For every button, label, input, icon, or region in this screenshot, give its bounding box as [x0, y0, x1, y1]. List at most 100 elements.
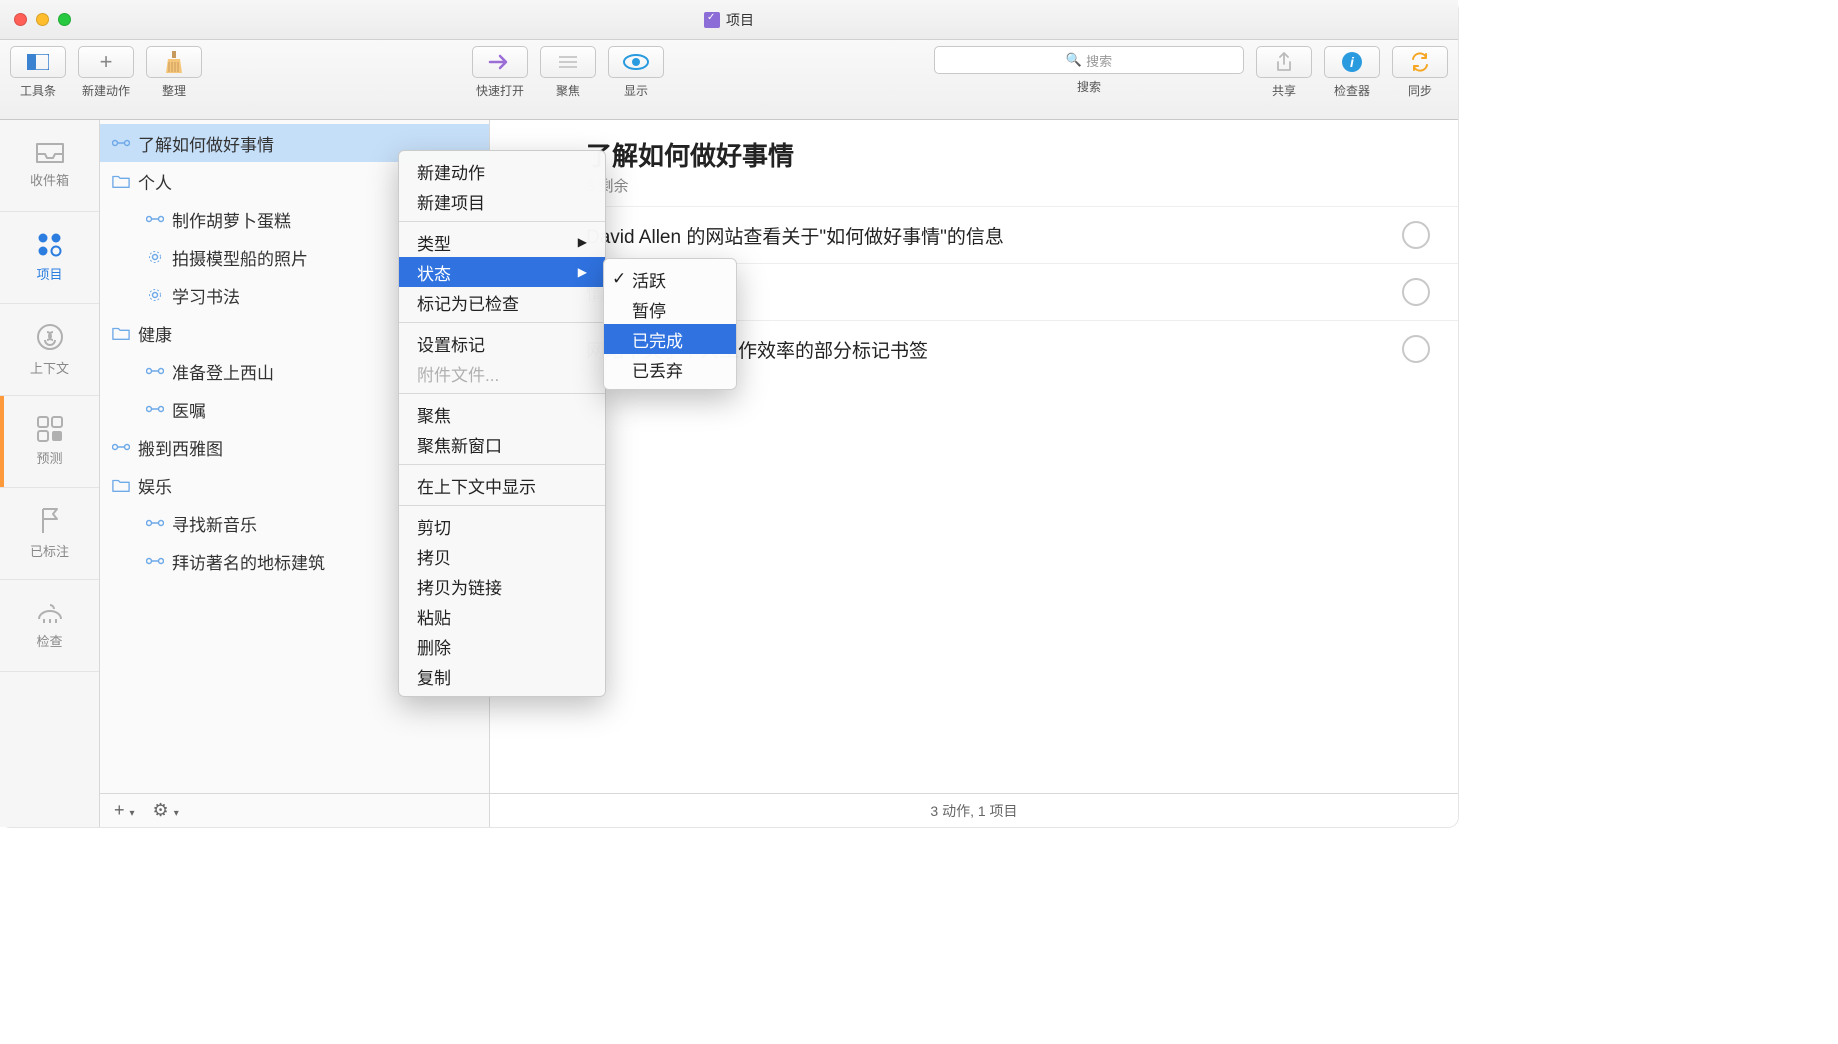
- toolbar-cleanup[interactable]: 整理: [146, 46, 202, 99]
- project-remaining: 3 剩余: [586, 175, 1428, 196]
- project-title: 了解如何做好事情: [586, 136, 1428, 173]
- toolbar: 工具条 + 新建动作 整理 快速打开 聚焦 显示 🔍搜索 搜索 共享 i 检查器…: [0, 40, 1458, 120]
- toolbar-sidebar-toggle[interactable]: 工具条: [10, 46, 66, 99]
- menu-paste[interactable]: 粘贴: [399, 601, 605, 631]
- project-icon: [112, 441, 130, 453]
- row-label: 寻找新音乐: [172, 511, 257, 536]
- task-checkbox[interactable]: [1402, 221, 1430, 249]
- submenu-on-hold[interactable]: 暂停: [604, 294, 736, 324]
- rail-label: 预测: [36, 448, 62, 467]
- rail-contexts[interactable]: 上下文: [0, 304, 99, 396]
- toolbar-view[interactable]: 显示: [608, 46, 664, 99]
- status-bar: 3 动作, 1 项目: [490, 793, 1458, 827]
- toolbar-quick-open[interactable]: 快速打开: [472, 46, 528, 99]
- project-icon: [146, 288, 164, 302]
- projects-icon: [37, 232, 63, 258]
- rail-label: 已标注: [30, 541, 69, 560]
- submenu-completed[interactable]: 已完成: [604, 324, 736, 354]
- toolbar-share[interactable]: 共享: [1256, 46, 1312, 99]
- folder-icon: [112, 173, 130, 189]
- toolbar-label: 显示: [624, 82, 648, 99]
- menu-new-project[interactable]: 新建项目: [399, 186, 605, 216]
- toolbar-label: 检查器: [1334, 82, 1370, 99]
- project-icon: [146, 213, 164, 225]
- row-label: 娱乐: [138, 473, 172, 498]
- rail-label: 检查: [36, 631, 62, 650]
- submenu-active[interactable]: 活跃: [604, 264, 736, 294]
- row-label: 制作胡萝卜蛋糕: [172, 207, 291, 232]
- project-icon: [146, 250, 164, 264]
- menu-mark-reviewed[interactable]: 标记为已检查: [399, 287, 605, 317]
- row-label: 拜访著名的地标建筑: [172, 549, 325, 574]
- rail-forecast[interactable]: 预测: [0, 396, 99, 488]
- toolbar-label: 整理: [162, 82, 186, 99]
- rail-inbox[interactable]: 收件箱: [0, 120, 99, 212]
- rail-label: 收件箱: [30, 170, 69, 189]
- task-row[interactable]: David Allen 的网站查看关于"如何做好事情"的信息: [490, 206, 1458, 263]
- chevron-right-icon: ▶: [578, 265, 587, 279]
- app-icon: [704, 12, 720, 28]
- rail-label: 项目: [36, 264, 62, 283]
- minimize-button[interactable]: [36, 13, 49, 26]
- submenu-dropped[interactable]: 已丢弃: [604, 354, 736, 384]
- toolbar-search[interactable]: 🔍搜索 搜索: [934, 46, 1244, 95]
- menu-type[interactable]: 类型▶: [399, 227, 605, 257]
- menu-attach: 附件文件...: [399, 358, 605, 388]
- folder-icon: [112, 477, 130, 493]
- titlebar: 项目: [0, 0, 1458, 40]
- toolbar-label: 同步: [1408, 82, 1432, 99]
- row-label: 健康: [138, 321, 172, 346]
- gear-button[interactable]: ⚙ ▾: [153, 800, 179, 821]
- context-menu: 新建动作 新建项目 类型▶ 状态▶ 标记为已检查 设置标记 附件文件... 聚焦…: [398, 150, 606, 697]
- flag-icon: [39, 507, 61, 535]
- window-title: 项目: [704, 10, 754, 30]
- rail-flagged[interactable]: 已标注: [0, 488, 99, 580]
- rail-label: 上下文: [30, 358, 69, 377]
- perspective-rail: 收件箱 项目 上下文 预测 已标注 检查: [0, 120, 100, 827]
- task-checkbox[interactable]: [1402, 278, 1430, 306]
- menu-new-action[interactable]: 新建动作: [399, 156, 605, 186]
- search-placeholder: 搜索: [1086, 51, 1112, 70]
- close-button[interactable]: [14, 13, 27, 26]
- menu-status[interactable]: 状态▶: [399, 257, 605, 287]
- search-icon: 🔍: [1066, 52, 1082, 68]
- main-content: 收件箱 项目 上下文 预测 已标注 检查 了解如何做好事情个人制作胡萝卜蛋糕拍摄…: [0, 120, 1458, 827]
- menu-cut[interactable]: 剪切: [399, 511, 605, 541]
- menu-focus[interactable]: 聚焦: [399, 399, 605, 429]
- toolbar-label: 快速打开: [476, 82, 524, 99]
- menu-copy-link[interactable]: 拷贝为链接: [399, 571, 605, 601]
- detail-pane: 了解如何做好事情 3 剩余 David Allen 的网站查看关于"如何做好事情…: [490, 120, 1458, 827]
- task-checkbox[interactable]: [1402, 335, 1430, 363]
- row-label: 搬到西雅图: [138, 435, 223, 460]
- detail-header: 了解如何做好事情 3 剩余: [490, 120, 1458, 206]
- toolbar-label: 聚焦: [556, 82, 580, 99]
- toolbar-new-action[interactable]: + 新建动作: [78, 46, 134, 99]
- menu-copy[interactable]: 拷贝: [399, 541, 605, 571]
- project-icon: [112, 137, 130, 149]
- rail-projects[interactable]: 项目: [0, 212, 99, 304]
- row-label: 医嘱: [172, 397, 206, 422]
- toolbar-sync[interactable]: 同步: [1392, 46, 1448, 99]
- menu-focus-new-window[interactable]: 聚焦新窗口: [399, 429, 605, 459]
- toolbar-label: 共享: [1272, 82, 1296, 99]
- menu-set-flag[interactable]: 设置标记: [399, 328, 605, 358]
- project-icon: [146, 555, 164, 567]
- menu-delete[interactable]: 删除: [399, 631, 605, 661]
- project-icon: [146, 365, 164, 377]
- review-icon: [35, 601, 65, 625]
- rail-review[interactable]: 检查: [0, 580, 99, 672]
- task-title: David Allen 的网站查看关于"如何做好事情"的信息: [586, 222, 1390, 249]
- toolbar-focus[interactable]: 聚焦: [540, 46, 596, 99]
- toolbar-label: 工具条: [20, 82, 56, 99]
- project-icon: [146, 403, 164, 415]
- folder-icon: [112, 325, 130, 341]
- contexts-icon: [35, 322, 65, 352]
- inbox-icon: [35, 142, 65, 164]
- menu-show-in-context[interactable]: 在上下文中显示: [399, 470, 605, 500]
- add-button[interactable]: + ▾: [114, 800, 135, 821]
- toolbar-inspector[interactable]: i 检查器: [1324, 46, 1380, 99]
- maximize-button[interactable]: [58, 13, 71, 26]
- menu-duplicate[interactable]: 复制: [399, 661, 605, 691]
- row-label: 拍摄模型船的照片: [172, 245, 308, 270]
- forecast-icon: [37, 416, 63, 442]
